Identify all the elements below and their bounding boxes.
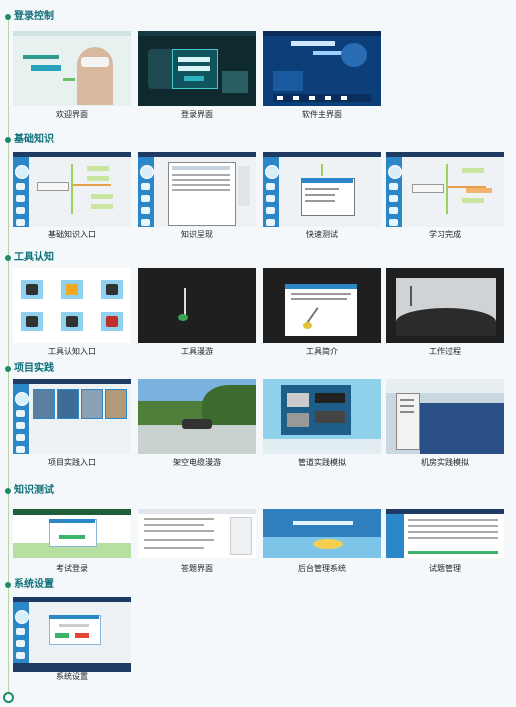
caption: 考试登录 (56, 564, 88, 573)
caption: 试题管理 (429, 564, 461, 573)
caption: 基础知识入口 (48, 230, 96, 239)
screenshot-tools-entry[interactable] (13, 268, 131, 343)
screenshot-tool-roam[interactable] (138, 268, 256, 343)
caption: 后台管理系统 (298, 564, 346, 573)
caption: 工具认知入口 (48, 347, 96, 356)
screenshot-overhead-cable[interactable] (138, 379, 256, 454)
caption: 系统设置 (56, 672, 88, 681)
caption: 工具简介 (306, 347, 338, 356)
screenshot-tool-intro[interactable] (263, 268, 381, 343)
screenshot-exam-login[interactable] (13, 509, 131, 558)
screenshot-basics-entry[interactable] (13, 152, 131, 227)
timeline-line (8, 14, 9, 698)
screenshot-project-entry[interactable] (13, 379, 131, 454)
section-title-settings: 系统设置 (14, 579, 54, 590)
section-dot (5, 488, 11, 494)
timeline-end-icon (3, 692, 14, 703)
screenshot-server-room[interactable] (386, 379, 504, 454)
caption: 快速测试 (306, 230, 338, 239)
screenshot-quick-test[interactable] (263, 152, 381, 227)
caption: 机房实践模拟 (421, 458, 469, 467)
section-dot (5, 137, 11, 143)
screenshot-work-process[interactable] (386, 268, 504, 343)
caption: 欢迎界面 (56, 110, 88, 119)
caption: 工作过程 (429, 347, 461, 356)
screenshot-main[interactable] (263, 31, 381, 106)
screenshot-welcome[interactable] (13, 31, 131, 106)
section-dot (5, 255, 11, 261)
caption: 答题界面 (181, 564, 213, 573)
caption: 项目实践入口 (48, 458, 96, 467)
section-dot (5, 366, 11, 372)
screenshot-login[interactable] (138, 31, 256, 106)
screenshot-pipe-practice[interactable] (263, 379, 381, 454)
screenshot-learning-done[interactable] (386, 152, 504, 227)
section-title-tests: 知识测试 (14, 485, 54, 496)
section-title-login: 登录控制 (14, 11, 54, 22)
screenshot-admin[interactable] (263, 509, 381, 558)
screenshot-question-mgmt[interactable] (386, 509, 504, 558)
caption: 知识呈现 (181, 230, 213, 239)
caption: 管道实践模拟 (298, 458, 346, 467)
screenshot-knowledge[interactable] (138, 152, 256, 227)
section-title-basics: 基础知识 (14, 134, 54, 145)
section-dot (5, 14, 11, 20)
section-title-projects: 项目实践 (14, 363, 54, 374)
caption: 学习完成 (429, 230, 461, 239)
screenshot-answer[interactable] (138, 509, 256, 558)
section-dot (5, 582, 11, 588)
caption: 工具漫游 (181, 347, 213, 356)
caption: 登录界面 (181, 110, 213, 119)
screenshot-settings[interactable] (13, 597, 131, 672)
caption: 软件主界面 (302, 110, 342, 119)
section-title-tools: 工具认知 (14, 252, 54, 263)
caption: 架空电缆漫游 (173, 458, 221, 467)
